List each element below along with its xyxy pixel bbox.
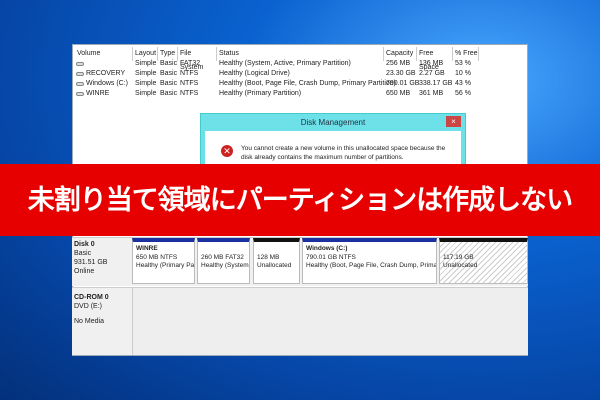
cdrom-label: CD-ROM 0 DVD (E:) No Media — [74, 294, 109, 325]
disk-0-label: Disk 0 Basic 931.51 GB Online — [74, 241, 108, 275]
table-cell[interactable]: 10 % — [455, 70, 471, 77]
table-cell[interactable]: WINRE — [86, 90, 109, 97]
table-cell[interactable]: Healthy (Boot, Page File, Crash Dump, Pr… — [219, 80, 396, 87]
partition-block[interactable]: 260 MB FAT32 Healthy (System, — [197, 238, 250, 284]
drive-icon — [76, 82, 84, 86]
table-cell[interactable]: 338.17 GB — [419, 80, 452, 87]
dialog-title: Disk Management — [300, 118, 366, 127]
partition-name: Windows (C:) — [306, 245, 348, 252]
table-cell[interactable]: 136 MB — [419, 60, 443, 67]
partition-name — [443, 245, 524, 254]
partition-block[interactable]: Windows (C:) 790.01 GB NTFS Healthy (Boot,… — [302, 238, 437, 284]
table-cell[interactable]: Basic — [160, 90, 177, 97]
table-cell[interactable]: NTFS — [180, 70, 198, 77]
table-cell[interactable]: Simple — [135, 60, 156, 67]
table-cell[interactable]: 361 MB — [419, 90, 443, 97]
table-cell[interactable]: 256 MB — [386, 60, 410, 67]
partition-name: WINRE — [136, 245, 158, 252]
column-header[interactable]: Layout — [133, 47, 158, 61]
partition-block[interactable]: 117.19 GB Unallocated — [439, 238, 528, 284]
partition-status: Healthy (System, — [201, 262, 250, 269]
column-header[interactable]: File System — [178, 47, 217, 71]
dialog-message: You cannot create a new volume in this u… — [241, 145, 446, 161]
column-header[interactable]: Free Space — [417, 47, 453, 71]
partition-block[interactable]: 128 MB Unallocated — [253, 238, 300, 284]
table-cell[interactable]: NTFS — [180, 80, 198, 87]
table-cell[interactable]: 650 MB — [386, 90, 410, 97]
partition-size: 117.19 GB — [443, 253, 474, 261]
partition-block[interactable]: WINRE 650 MB NTFS Healthy (Primary Pa — [132, 238, 195, 284]
title-banner: 未割り当て領域にパーティションは作成しない — [0, 164, 600, 236]
table-cell[interactable]: Simple — [135, 80, 156, 87]
error-icon: ✕ — [221, 145, 233, 157]
table-cell[interactable]: 43 % — [455, 80, 471, 87]
close-button[interactable]: × — [446, 116, 461, 127]
partition-size: 260 MB FAT32 — [201, 253, 244, 261]
partition-size: 650 MB NTFS — [136, 253, 178, 261]
partition-name — [257, 245, 296, 254]
partition-size: 790.01 GB NTFS — [306, 253, 356, 261]
partition-status: Unallocated — [443, 262, 478, 269]
table-cell[interactable]: Simple — [135, 70, 156, 77]
table-cell[interactable]: 790.01 GB — [386, 80, 419, 87]
table-cell[interactable]: FAT32 — [180, 60, 200, 67]
drive-icon — [76, 92, 84, 96]
column-header[interactable]: Volume — [75, 47, 133, 61]
table-cell[interactable]: Basic — [160, 70, 177, 77]
table-cell[interactable]: NTFS — [180, 90, 198, 97]
table-cell[interactable]: RECOVERY — [86, 70, 125, 77]
disk-0-row: Disk 0 Basic 931.51 GB Online WINRE 650 M… — [72, 237, 528, 286]
table-cell[interactable]: Healthy (Primary Partition) — [219, 90, 301, 97]
cdrom-area — [132, 288, 528, 355]
column-header[interactable]: % Free — [453, 47, 479, 61]
column-header[interactable]: Status — [217, 47, 384, 61]
cdrom-row: CD-ROM 0 DVD (E:) No Media — [72, 287, 528, 355]
table-cell[interactable]: Healthy (Logical Drive) — [219, 70, 290, 77]
table-cell[interactable]: Basic — [160, 60, 177, 67]
table-cell[interactable]: Windows (C:) — [86, 80, 128, 87]
partition-status: Healthy (Boot, Page File, Crash Dump, Pr… — [306, 262, 437, 269]
table-cell[interactable]: 2.27 GB — [419, 70, 445, 77]
partition-status: Unallocated — [257, 262, 292, 269]
table-cell[interactable]: Healthy (System, Active, Primary Partiti… — [219, 60, 351, 67]
table-cell[interactable]: Basic — [160, 80, 177, 87]
table-cell[interactable]: 53 % — [455, 60, 471, 67]
table-cell[interactable]: 56 % — [455, 90, 471, 97]
table-cell[interactable]: Simple — [135, 90, 156, 97]
partition-size: 128 MB — [257, 253, 280, 261]
partition-name — [201, 245, 246, 254]
partition-status: Healthy (Primary Pa — [136, 262, 195, 269]
table-cell[interactable]: 23.30 GB — [386, 70, 416, 77]
column-header[interactable]: Type — [158, 47, 178, 61]
drive-icon — [76, 62, 84, 66]
disc-icon-label: CD-ROM 0 — [74, 294, 109, 301]
drive-icon — [76, 72, 84, 76]
column-header[interactable]: Capacity — [384, 47, 417, 61]
